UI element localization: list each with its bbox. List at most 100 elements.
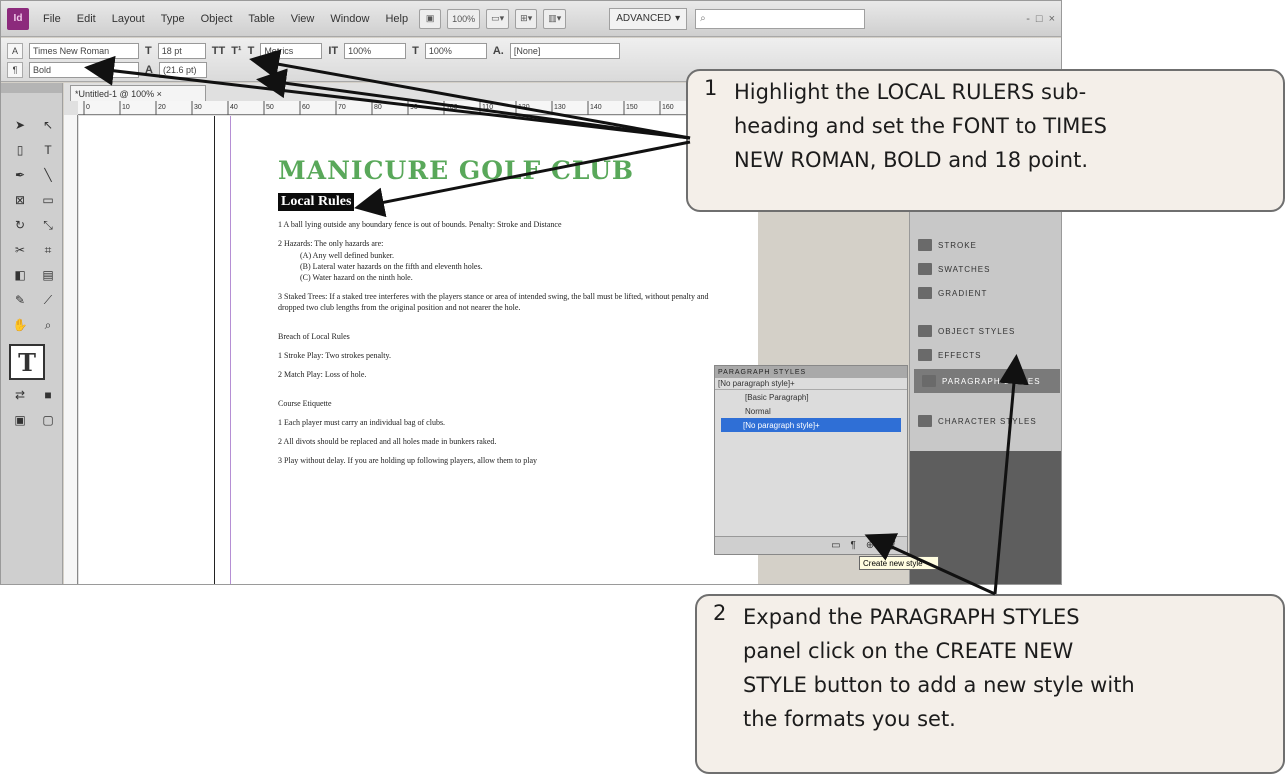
menu-window[interactable]: Window xyxy=(322,13,377,25)
superscript-icon[interactable]: T¹ xyxy=(231,45,241,57)
scale-tool-icon[interactable]: ⤡ xyxy=(37,215,59,235)
rule-item[interactable]: (A) Any well defined bunker. xyxy=(278,250,718,261)
menu-object[interactable]: Object xyxy=(193,13,241,25)
rule-paragraph[interactable]: 3 Staked Trees: If a staked tree interfe… xyxy=(278,291,718,313)
line-tool-icon[interactable]: ╲ xyxy=(37,165,59,185)
minimize-icon[interactable]: - xyxy=(1026,13,1030,25)
scissors-tool-icon[interactable]: ✂ xyxy=(9,240,31,260)
normal-view-icon[interactable]: ▣ xyxy=(9,410,31,430)
stroke-icon xyxy=(918,239,932,251)
margin-guide xyxy=(230,116,231,584)
rule-paragraph[interactable]: 1 A ball lying outside any boundary fenc… xyxy=(278,219,718,230)
close-icon[interactable]: × xyxy=(1049,13,1055,25)
zoom-level-dropdown[interactable]: 100% xyxy=(447,8,481,29)
kerning-field[interactable]: Metrics xyxy=(260,43,323,59)
document-page[interactable]: MANICURE GOLF CLUB Local Rules 1 A ball … xyxy=(278,156,718,466)
rule-paragraph[interactable]: 1 Stroke Play: Two strokes penalty. xyxy=(278,350,718,361)
style-list-item[interactable]: [Basic Paragraph] xyxy=(715,390,907,404)
rule-item[interactable]: (B) Lateral water hazards on the fifth a… xyxy=(278,261,718,272)
free-transform-tool-icon[interactable]: ⌗ xyxy=(37,240,59,260)
vertical-scale-field[interactable]: 100% xyxy=(344,43,407,59)
ruler-tick-label: 50 xyxy=(266,104,274,111)
callout-step-1: 1 Highlight the LOCAL RULERS sub- headin… xyxy=(686,69,1285,212)
clear-overrides-icon[interactable]: ¶ xyxy=(851,540,856,551)
rectangle-tool-icon[interactable]: ▭ xyxy=(37,190,59,210)
arrange-documents-button[interactable]: ▥▾ xyxy=(543,8,567,29)
zoom-tool-icon[interactable]: ⌕ xyxy=(37,315,59,335)
leading-field[interactable]: (21.6 pt) xyxy=(158,62,207,78)
menu-layout[interactable]: Layout xyxy=(104,13,153,25)
rule-paragraph[interactable]: 3 Play without delay. If you are holding… xyxy=(278,455,718,466)
swap-fill-stroke-icon[interactable]: ⇄ xyxy=(9,385,31,405)
paragraph-styles-footer: ▭ ¶ ⊕ 🗑 xyxy=(715,536,907,554)
gradient-tool-icon[interactable]: ◧ xyxy=(9,265,31,285)
panel-effects[interactable]: EFFECTS xyxy=(910,343,1061,367)
note-tool-icon[interactable]: ▤ xyxy=(37,265,59,285)
rule-paragraph[interactable]: 2 All divots should be replaced and all … xyxy=(278,436,718,447)
character-style-field[interactable]: [None] xyxy=(509,43,620,59)
search-input[interactable]: ⌕ xyxy=(695,8,866,29)
screen-mode-button[interactable]: ⊞▾ xyxy=(515,8,538,29)
measure-tool-icon[interactable]: ⟋ xyxy=(37,290,59,310)
underline-icon[interactable]: T xyxy=(248,45,255,57)
paragraph-formatting-icon[interactable]: ¶ xyxy=(7,62,23,78)
tools-panel-header[interactable] xyxy=(1,83,62,93)
panel-character-styles[interactable]: CHARACTER STYLES xyxy=(910,409,1061,433)
pen-tool-icon[interactable]: ✒ xyxy=(9,165,31,185)
section-heading[interactable]: Breach of Local Rules xyxy=(278,331,718,342)
menu-edit[interactable]: Edit xyxy=(69,13,104,25)
panel-separator xyxy=(910,395,1061,409)
font-family-field[interactable]: Times New Roman xyxy=(29,43,139,59)
hand-tool-icon[interactable]: ✋ xyxy=(9,315,31,335)
font-size-field[interactable]: 18 pt xyxy=(157,43,206,59)
style-list-item[interactable]: Normal xyxy=(715,404,907,418)
maximize-icon[interactable]: □ xyxy=(1036,13,1043,25)
section-heading[interactable]: Course Etiquette xyxy=(278,398,718,409)
tools-panel: ➤ ↖ ▯ T ✒ ╲ ⊠ ▭ ↻ ⤡ ✂ ⌗ ◧ ▤ ✎ ⟋ ✋ ⌕ T ⇄ … xyxy=(1,83,63,584)
trash-icon[interactable]: 🗑 xyxy=(884,540,897,551)
rule-paragraph[interactable]: 2 Hazards: The only hazards are: xyxy=(278,238,718,249)
menu-view[interactable]: View xyxy=(283,13,323,25)
direct-selection-tool-icon[interactable]: ↖ xyxy=(37,115,59,135)
rule-item[interactable]: (C) Water hazard on the ninth hole. xyxy=(278,272,718,283)
callout-number: 1 xyxy=(704,76,718,100)
rule-paragraph[interactable]: 1 Each player must carry an individual b… xyxy=(278,417,718,428)
selection-tool-icon[interactable]: ➤ xyxy=(9,115,31,135)
menu-help[interactable]: Help xyxy=(377,13,416,25)
rule-paragraph[interactable]: 2 Match Play: Loss of hole. xyxy=(278,369,718,380)
eyedropper-tool-icon[interactable]: ✎ xyxy=(9,290,31,310)
panel-swatches[interactable]: SWATCHES xyxy=(910,257,1061,281)
selected-subheading[interactable]: Local Rules xyxy=(278,193,355,211)
gap-tool-icon[interactable]: T xyxy=(37,140,59,160)
font-size-icon: T xyxy=(145,45,152,57)
menu-table[interactable]: Table xyxy=(240,13,282,25)
horizontal-scale-field[interactable]: 100% xyxy=(424,43,487,59)
type-tool-icon[interactable]: T xyxy=(9,344,45,380)
character-formatting-icon[interactable]: A xyxy=(7,43,23,59)
create-new-style-icon[interactable]: ⊕ xyxy=(866,540,874,551)
style-list-item-selected[interactable]: [No paragraph style]+ xyxy=(721,418,901,432)
new-group-icon[interactable]: ▭ xyxy=(831,540,840,551)
object-styles-icon xyxy=(918,325,932,337)
font-style-field[interactable]: Bold xyxy=(29,62,139,78)
panel-stroke[interactable]: STROKE xyxy=(910,233,1061,257)
apply-color-icon[interactable]: ■ xyxy=(37,385,59,405)
document-tab[interactable]: *Untitled-1 @ 100% × xyxy=(70,85,206,101)
panel-object-styles[interactable]: OBJECT STYLES xyxy=(910,319,1061,343)
menu-type[interactable]: Type xyxy=(153,13,193,25)
rotate-tool-icon[interactable]: ↻ xyxy=(9,215,31,235)
panel-paragraph-styles[interactable]: PARAGRAPH STYLES xyxy=(914,369,1060,393)
view-options-button[interactable]: ▭▾ xyxy=(486,8,510,29)
ruler-tick-label: 30 xyxy=(194,104,202,111)
workspace-switcher[interactable]: ADVANCED ▾ xyxy=(609,7,688,30)
ruler-tick-label: 0 xyxy=(86,104,90,111)
panel-gradient[interactable]: GRADIENT xyxy=(910,281,1061,305)
page-tool-icon[interactable]: ▯ xyxy=(9,140,31,160)
document-title[interactable]: MANICURE GOLF CLUB xyxy=(278,156,718,185)
all-caps-icon[interactable]: TT xyxy=(212,45,225,57)
bridge-button[interactable]: ▣ xyxy=(419,8,442,29)
preview-view-icon[interactable]: ▢ xyxy=(37,410,59,430)
paragraph-styles-panel-title[interactable]: PARAGRAPH STYLES xyxy=(715,366,907,378)
rectangle-frame-tool-icon[interactable]: ⊠ xyxy=(9,190,31,210)
menu-file[interactable]: File xyxy=(35,13,69,25)
